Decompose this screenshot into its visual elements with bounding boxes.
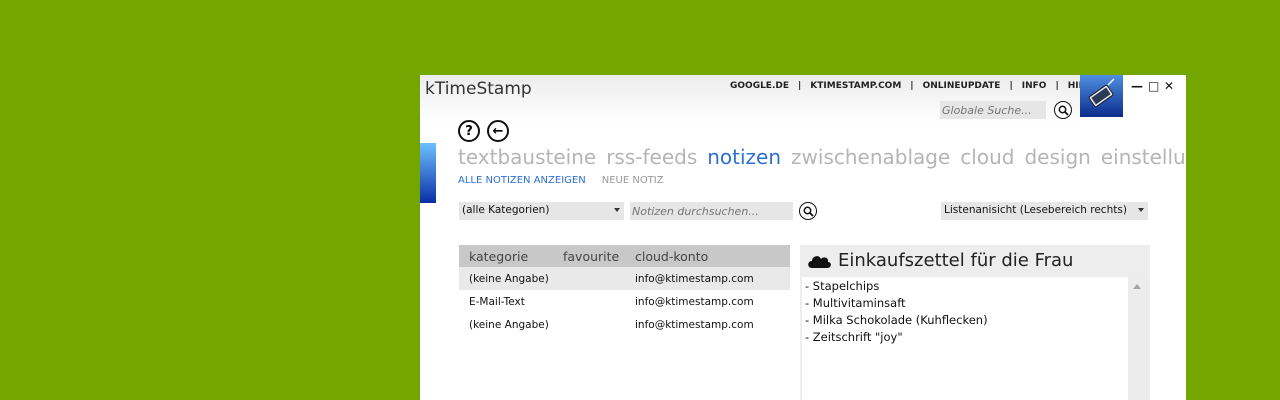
link-google[interactable]: GOOGLE.DE — [730, 81, 789, 91]
help-button[interactable]: ? — [458, 120, 480, 142]
side-accent-strip — [420, 143, 436, 203]
tab-textbausteine[interactable]: textbausteine — [458, 145, 596, 169]
tab-einstellungen[interactable]: einstellungen — [1101, 145, 1186, 169]
close-button[interactable]: ✕ — [1164, 79, 1174, 93]
brand-tile — [1080, 75, 1123, 117]
view-mode-select-value: Listenanisicht (Lesebereich rechts) — [944, 204, 1127, 216]
main-tabs: textbausteine rss-feeds notizen zwischen… — [458, 145, 1186, 169]
minimize-button[interactable]: — — [1131, 79, 1143, 93]
tab-rss-feeds[interactable]: rss-feeds — [606, 145, 697, 169]
table-header: kategorie favourite cloud-konto — [459, 245, 790, 267]
cell-cloud-konto: info@ktimestamp.com — [635, 272, 754, 285]
notes-search-button[interactable] — [799, 202, 817, 220]
note-scrollbar[interactable] — [1128, 277, 1146, 400]
sub-navigation: ALLE NOTIZEN ANZEIGEN NEUE NOTIZ — [458, 175, 664, 186]
note-body[interactable]: - Stapelchips - Multivitaminsaft - Milka… — [802, 277, 1128, 400]
tab-zwischenablage[interactable]: zwischenablage — [791, 145, 950, 169]
note-title: Einkaufszettel für die Frau — [838, 250, 1074, 271]
column-header-cloud-konto[interactable]: cloud-konto — [635, 249, 790, 264]
tab-design[interactable]: design — [1024, 145, 1090, 169]
app-title: kTimeStamp — [425, 79, 532, 99]
separator: | — [1009, 81, 1013, 91]
show-all-notes-link[interactable]: ALLE NOTIZEN ANZEIGEN — [458, 175, 586, 186]
tab-cloud[interactable]: cloud — [960, 145, 1014, 169]
note-line: - Multivitaminsaft — [805, 296, 906, 310]
new-note-link[interactable]: NEUE NOTIZ — [602, 175, 664, 186]
separator: | — [910, 81, 914, 91]
cell-kategorie: E-Mail-Text — [469, 295, 525, 308]
search-icon — [803, 206, 814, 217]
cell-cloud-konto: info@ktimestamp.com — [635, 318, 754, 331]
search-icon — [1058, 105, 1069, 116]
table-row[interactable]: E-Mail-Text info@ktimestamp.com — [459, 290, 790, 313]
note-preview-pane: Einkaufszettel für die Frau - Stapelchip… — [800, 245, 1150, 400]
cloud-icon — [808, 256, 831, 268]
cell-kategorie: (keine Angabe) — [469, 272, 549, 285]
top-links: GOOGLE.DE | KTIMESTAMP.COM | ONLINEUPDAT… — [730, 81, 1097, 91]
back-button[interactable]: ← — [487, 120, 509, 142]
note-line: - Zeitschrift "joy" — [805, 330, 903, 344]
note-line: - Stapelchips — [805, 279, 880, 293]
notes-search-input[interactable] — [630, 202, 793, 220]
note-line: - Milka Schokolade (Kuhflecken) — [805, 313, 988, 327]
dropdown-arrow-icon — [1138, 208, 1144, 212]
global-search-button[interactable] — [1054, 101, 1072, 119]
table-row[interactable]: (keine Angabe) info@ktimestamp.com — [459, 313, 790, 336]
separator: | — [798, 81, 802, 91]
back-arrow-icon: ← — [492, 123, 504, 139]
view-mode-select[interactable]: Listenanisicht (Lesebereich rechts) — [941, 202, 1148, 220]
notes-table: kategorie favourite cloud-konto (keine A… — [459, 245, 790, 336]
app-window: kTimeStamp GOOGLE.DE | KTIMESTAMP.COM | … — [420, 75, 1186, 400]
dropdown-arrow-icon — [614, 208, 620, 212]
help-icon: ? — [465, 123, 473, 139]
table-row[interactable]: (keine Angabe) info@ktimestamp.com — [459, 267, 790, 290]
link-ktimestamp[interactable]: KTIMESTAMP.COM — [810, 81, 901, 91]
link-onlineupdate[interactable]: ONLINEUPDATE — [923, 81, 1001, 91]
link-info[interactable]: INFO — [1022, 81, 1047, 91]
separator: | — [1055, 81, 1059, 91]
global-search-input[interactable] — [940, 101, 1046, 119]
category-select-value: (alle Kategorien) — [462, 204, 550, 216]
cell-cloud-konto: info@ktimestamp.com — [635, 295, 754, 308]
category-select[interactable]: (alle Kategorien) — [459, 202, 624, 220]
maximize-button[interactable]: □ — [1148, 79, 1159, 93]
tab-notizen[interactable]: notizen — [707, 145, 781, 169]
column-header-favourite[interactable]: favourite — [563, 249, 635, 264]
cell-kategorie: (keine Angabe) — [469, 318, 549, 331]
scroll-up-icon[interactable] — [1133, 284, 1141, 289]
column-header-kategorie[interactable]: kategorie — [459, 249, 563, 264]
tablet-pen-icon — [1088, 78, 1115, 108]
